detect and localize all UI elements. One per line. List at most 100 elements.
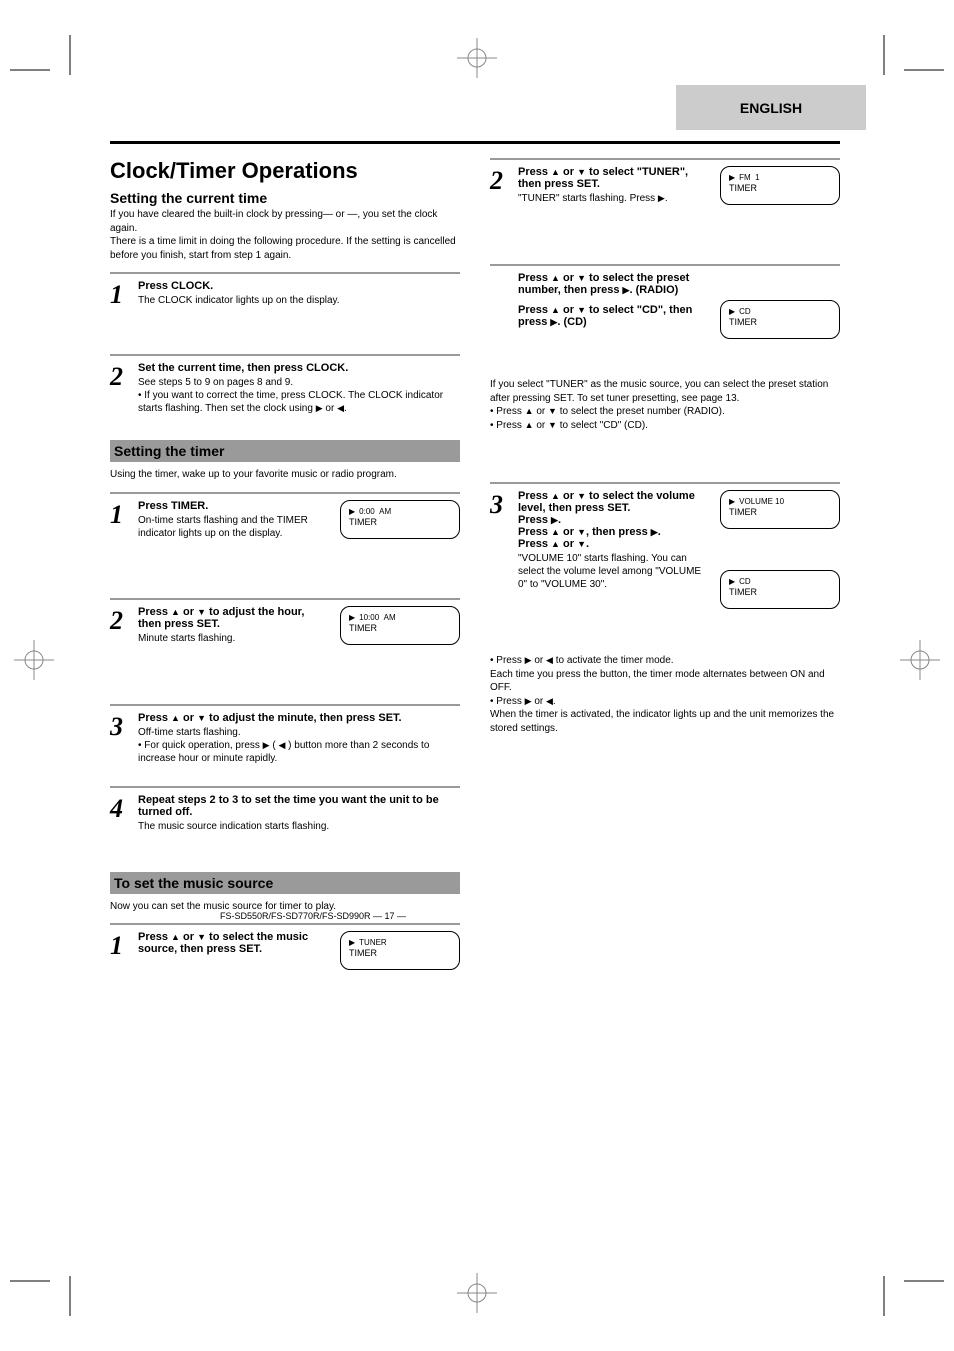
step-d1: 3 Press ▲ or ▼ to select the volume leve… bbox=[490, 490, 840, 650]
down-triangle-icon: ▼ bbox=[548, 406, 557, 416]
step-body: "VOLUME 10" starts flashing. You can sel… bbox=[518, 552, 710, 591]
right-triangle-icon: ▶ bbox=[550, 317, 557, 327]
step-number: 1 bbox=[110, 500, 123, 530]
lcd-display: ▶0:00 AM TIMER bbox=[340, 500, 460, 539]
up-triangle-icon: ▲ bbox=[551, 167, 560, 177]
down-triangle-icon: ▼ bbox=[577, 273, 586, 283]
step-title: Press CLOCK. bbox=[138, 280, 460, 292]
lcd-display: ▶VOLUME 10 TIMER bbox=[720, 490, 840, 529]
left-triangle-icon: ◀ bbox=[337, 403, 344, 413]
down-triangle-icon: ▼ bbox=[197, 932, 206, 942]
down-triangle-icon: ▼ bbox=[577, 527, 586, 537]
step-number: 1 bbox=[110, 931, 123, 961]
right-column: 2 Press ▲ or ▼ to select "TUNER", then p… bbox=[490, 158, 840, 1031]
down-triangle-icon: ▼ bbox=[577, 305, 586, 315]
step-b4: 4 Repeat steps 2 to 3 to set the time yo… bbox=[110, 794, 460, 858]
up-triangle-icon: ▲ bbox=[171, 607, 180, 617]
step-title: Press TIMER. bbox=[138, 500, 330, 512]
step-title: Press ▲ or ▼ to select the volume level,… bbox=[518, 490, 710, 550]
band1-body: Using the timer, wake up to your favorit… bbox=[110, 468, 460, 482]
left-column: Clock/Timer Operations Setting the curre… bbox=[110, 158, 460, 1031]
right-triangle-icon: ▶ bbox=[623, 285, 630, 295]
step-title: Press ▲ or ▼ to select "TUNER", then pre… bbox=[518, 166, 710, 190]
step-b3: 3 Press ▲ or ▼ to adjust the minute, the… bbox=[110, 712, 460, 776]
step-b1: 1 Press TIMER. On-time starts flashing a… bbox=[110, 500, 460, 588]
right-triangle-icon: ▶ bbox=[525, 655, 532, 665]
up-triangle-icon: ▲ bbox=[551, 491, 560, 501]
cursor-icon: ▶ bbox=[729, 497, 735, 507]
down-triangle-icon: ▼ bbox=[197, 607, 206, 617]
down-triangle-icon: ▼ bbox=[577, 167, 586, 177]
step-number: 2 bbox=[110, 362, 123, 392]
step-body: "TUNER" starts flashing. Press ▶. bbox=[518, 192, 710, 205]
step-title: Set the current time, then press CLOCK. bbox=[138, 362, 460, 374]
lcd-display: ▶FM 1 TIMER bbox=[720, 166, 840, 205]
step-c2: 2 Press ▲ or ▼ to select "TUNER", then p… bbox=[490, 166, 840, 254]
left-triangle-icon: ◀ bbox=[546, 655, 553, 665]
up-triangle-icon: ▲ bbox=[171, 713, 180, 723]
left-triangle-icon: ◀ bbox=[546, 696, 553, 706]
paragraph: • Press ▶ or ◀ to activate the timer mod… bbox=[490, 654, 840, 735]
lcd-display: ▶10:00 AM TIMER bbox=[340, 606, 460, 645]
up-triangle-icon: ▲ bbox=[525, 420, 534, 430]
lcd-display: ▶TUNER TIMER bbox=[340, 931, 460, 970]
cursor-icon: ▶ bbox=[729, 577, 735, 587]
up-triangle-icon: ▲ bbox=[525, 406, 534, 416]
intro-heading: Setting the current time bbox=[110, 190, 460, 206]
right-triangle-icon: ▶ bbox=[651, 527, 658, 537]
page: ENGLISH Clock/Timer Operations Setting t… bbox=[110, 85, 840, 1031]
step-a1: 1 Press CLOCK. The CLOCK indicator light… bbox=[110, 280, 460, 344]
up-triangle-icon: ▲ bbox=[551, 539, 560, 549]
right-triangle-icon: ▶ bbox=[658, 193, 665, 203]
section-title: Clock/Timer Operations bbox=[110, 158, 460, 184]
step-title: Press ▲ or ▼ to adjust the minute, then … bbox=[138, 712, 460, 724]
step-title: Press ▲ or ▼ to adjust the hour, then pr… bbox=[138, 606, 330, 630]
down-triangle-icon: ▼ bbox=[197, 713, 206, 723]
step-body: The music source indication starts flash… bbox=[138, 820, 460, 833]
cursor-icon: ▶ bbox=[349, 507, 355, 517]
right-triangle-icon: ▶ bbox=[525, 696, 532, 706]
step-c1: 1 Press ▲ or ▼ to select the music sourc… bbox=[110, 931, 460, 1031]
subhead-band: Setting the timer bbox=[110, 440, 460, 462]
lcd-display: ▶CD TIMER bbox=[720, 300, 840, 339]
top-rule bbox=[110, 141, 840, 144]
subhead-band: To set the music source bbox=[110, 872, 460, 894]
down-triangle-icon: ▼ bbox=[577, 539, 586, 549]
right-triangle-icon: ▶ bbox=[316, 403, 323, 413]
step-b2: 2 Press ▲ or ▼ to adjust the hour, then … bbox=[110, 606, 460, 694]
step-body: The CLOCK indicator lights up on the dis… bbox=[138, 294, 460, 307]
step-title: Repeat steps 2 to 3 to set the time you … bbox=[138, 794, 460, 818]
down-triangle-icon: ▼ bbox=[548, 420, 557, 430]
left-triangle-icon: ◀ bbox=[278, 740, 285, 750]
step-c2b: Press ▲ or ▼ to select the preset number… bbox=[490, 272, 840, 372]
language-tab: ENGLISH bbox=[676, 85, 866, 130]
right-triangle-icon: ▶ bbox=[551, 515, 558, 525]
step-body: See steps 5 to 9 on pages 8 and 9. • If … bbox=[138, 376, 460, 415]
step-number: 4 bbox=[110, 794, 123, 824]
step-a2: 2 Set the current time, then press CLOCK… bbox=[110, 362, 460, 426]
step-number: 2 bbox=[110, 606, 123, 636]
paragraph: If you select "TUNER" as the music sourc… bbox=[490, 378, 840, 432]
cursor-icon: ▶ bbox=[729, 307, 735, 317]
up-triangle-icon: ▲ bbox=[551, 305, 560, 315]
up-triangle-icon: ▲ bbox=[551, 273, 560, 283]
page-footer: FS-SD550R/FS-SD770R/FS-SD990R — 17 — bbox=[220, 911, 950, 921]
lcd-display: ▶CD TIMER bbox=[720, 570, 840, 609]
step-title: Press ▲ or ▼ to select the music source,… bbox=[138, 931, 330, 955]
intro-body: If you have cleared the built-in clock b… bbox=[110, 208, 460, 262]
cursor-icon: ▶ bbox=[729, 173, 735, 183]
step-body: Minute starts flashing. bbox=[138, 632, 330, 645]
cursor-icon: ▶ bbox=[349, 938, 355, 948]
up-triangle-icon: ▲ bbox=[171, 932, 180, 942]
step-title: Press ▲ or ▼ to select the preset number… bbox=[518, 272, 710, 296]
step-body: On-time starts flashing and the TIMER in… bbox=[138, 514, 330, 540]
cursor-icon: ▶ bbox=[349, 613, 355, 623]
step-number: 1 bbox=[110, 280, 123, 310]
step-title: Press ▲ or ▼ to select "CD", then press … bbox=[518, 304, 710, 328]
step-number: 3 bbox=[490, 490, 503, 520]
up-triangle-icon: ▲ bbox=[551, 527, 560, 537]
right-triangle-icon: ▶ bbox=[263, 740, 270, 750]
step-number: 2 bbox=[490, 166, 503, 196]
down-triangle-icon: ▼ bbox=[577, 491, 586, 501]
step-body: Off-time starts flashing. • For quick op… bbox=[138, 726, 460, 765]
